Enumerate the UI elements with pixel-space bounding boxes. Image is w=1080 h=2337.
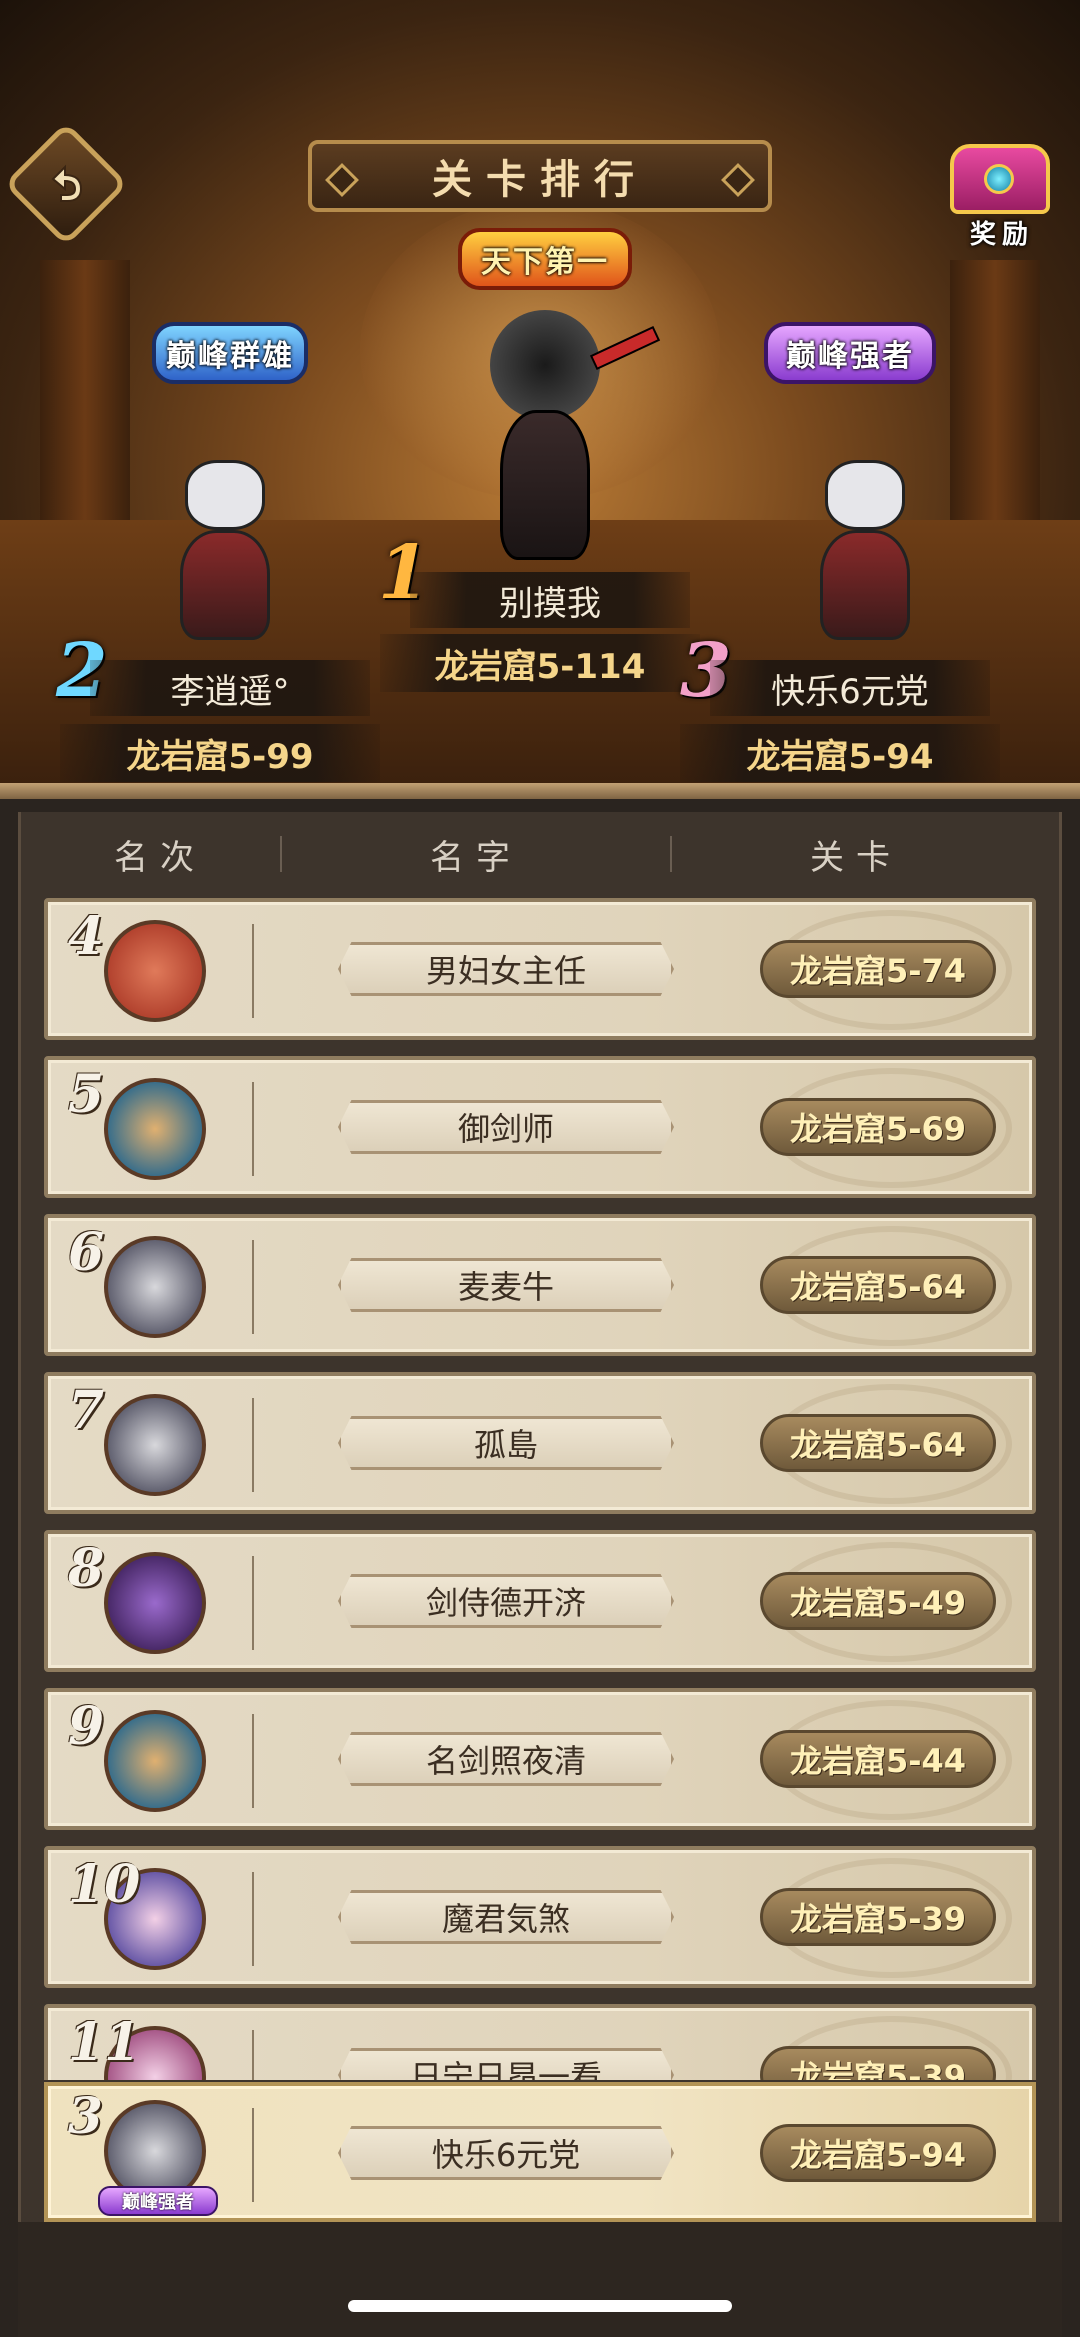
row-separator [252, 1240, 254, 1334]
row-separator [252, 1714, 254, 1808]
pillar-right [950, 260, 1040, 560]
reward-button[interactable]: 奖励 [940, 138, 1060, 250]
stage-badge: 龙岩窟5-39 [760, 2046, 996, 2080]
gem-icon [984, 164, 1014, 194]
table-row[interactable]: 4 男妇女主任 龙岩窟5-74 [44, 898, 1036, 1040]
player-name[interactable]: 麦麦牛 [338, 1258, 674, 1312]
player-name[interactable]: 名剑照夜清 [338, 1732, 674, 1786]
boar-avatar[interactable] [104, 920, 206, 1022]
third-place-name[interactable]: 快乐6元党 [710, 660, 990, 716]
table-row[interactable]: 10 魔君気煞 龙岩窟5-39 [44, 1846, 1036, 1988]
section-divider [0, 783, 1080, 799]
third-place-character[interactable] [790, 440, 940, 660]
table-row[interactable]: 6 麦麦牛 龙岩窟5-64 [44, 1214, 1036, 1356]
row-separator [252, 1556, 254, 1650]
player-name[interactable]: 男妇女主任 [338, 942, 674, 996]
reward-label: 奖励 [969, 220, 1034, 250]
my-stage-badge: 龙岩窟5-94 [760, 2124, 996, 2182]
row-separator [252, 1398, 254, 1492]
column-stage: 关卡 [810, 837, 902, 878]
row-separator [252, 1082, 254, 1176]
row-separator [252, 1872, 254, 1966]
pillar-left [40, 260, 130, 560]
stage-badge: 龙岩窟5-64 [760, 1256, 996, 1314]
third-place-stage: 龙岩窟5-94 [680, 724, 1000, 782]
column-header: 名次 名字 关卡 [40, 822, 1040, 886]
title-badge-first: 天下第一 [458, 228, 632, 290]
row-rank: 9 [68, 1696, 105, 1757]
second-place-stage: 龙岩窟5-99 [60, 724, 380, 782]
row-rank: 4 [68, 906, 105, 967]
stage-badge: 龙岩窟5-44 [760, 1730, 996, 1788]
player-name[interactable]: 日宁日昂一看 [338, 2048, 674, 2080]
my-player-name[interactable]: 快乐6元党 [338, 2126, 674, 2180]
row-rank: 5 [68, 1064, 105, 1125]
row-rank: 6 [68, 1222, 105, 1283]
stage-badge: 龙岩窟5-74 [760, 940, 996, 998]
stage-badge: 龙岩窟5-39 [760, 1888, 996, 1946]
page-title: 关卡排行 [308, 140, 772, 212]
table-row[interactable]: 9 名剑照夜清 龙岩窟5-44 [44, 1688, 1036, 1830]
row-rank: 7 [68, 1380, 105, 1441]
second-place-character[interactable] [150, 440, 300, 660]
player-name[interactable]: 剑侍德开济 [338, 1574, 674, 1628]
player-name[interactable]: 御剑师 [338, 1100, 674, 1154]
table-row[interactable]: 8 剑侍德开济 龙岩窟5-49 [44, 1530, 1036, 1672]
table-row[interactable]: 7 孤島 龙岩窟5-64 [44, 1372, 1036, 1514]
my-rank-number: 3 [68, 2086, 103, 2145]
row-rank: 8 [68, 1538, 105, 1599]
row-separator [252, 2030, 254, 2080]
row-separator [252, 2108, 254, 2202]
title-badge-second: 巅峰群雄 [152, 322, 308, 384]
row-clip: 11 日宁日昂一看 龙岩窟5-39 [44, 2004, 1036, 2080]
player-name[interactable]: 魔君気煞 [338, 1890, 674, 1944]
wolf-avatar[interactable] [104, 1236, 206, 1338]
row-rank: 10 [68, 1854, 141, 1915]
lion-avatar[interactable] [104, 1078, 206, 1180]
row-rank: 11 [68, 2012, 141, 2073]
stage-badge: 龙岩窟5-49 [760, 1572, 996, 1630]
title-badge-third: 巅峰强者 [764, 322, 936, 384]
my-rank-row[interactable]: 3 巅峰强者 快乐6元党 龙岩窟5-94 [44, 2082, 1036, 2222]
column-name: 名字 [430, 837, 522, 878]
back-arrow-icon [51, 164, 83, 202]
lion-avatar[interactable] [104, 1710, 206, 1812]
table-row[interactable]: 5 御剑师 龙岩窟5-69 [44, 1056, 1036, 1198]
first-place-stage: 龙岩窟5-114 [380, 634, 700, 692]
stage-badge: 龙岩窟5-64 [760, 1414, 996, 1472]
column-rank: 名次 [114, 837, 206, 878]
home-indicator[interactable] [348, 2300, 732, 2312]
first-place-character[interactable] [470, 300, 661, 590]
my-title-badge: 巅峰强者 [98, 2186, 218, 2216]
table-row[interactable]: 11 日宁日昂一看 龙岩窟5-39 [44, 2004, 1036, 2080]
dark-knight-avatar[interactable] [104, 1552, 206, 1654]
first-place-name[interactable]: 别摸我 [410, 572, 690, 628]
player-name[interactable]: 孤島 [338, 1416, 674, 1470]
second-place-name[interactable]: 李逍遥° [90, 660, 370, 716]
stage-badge: 龙岩窟5-69 [760, 1098, 996, 1156]
row-separator [252, 924, 254, 1018]
wolf-avatar[interactable] [104, 1394, 206, 1496]
bottom-area [18, 2222, 1062, 2337]
